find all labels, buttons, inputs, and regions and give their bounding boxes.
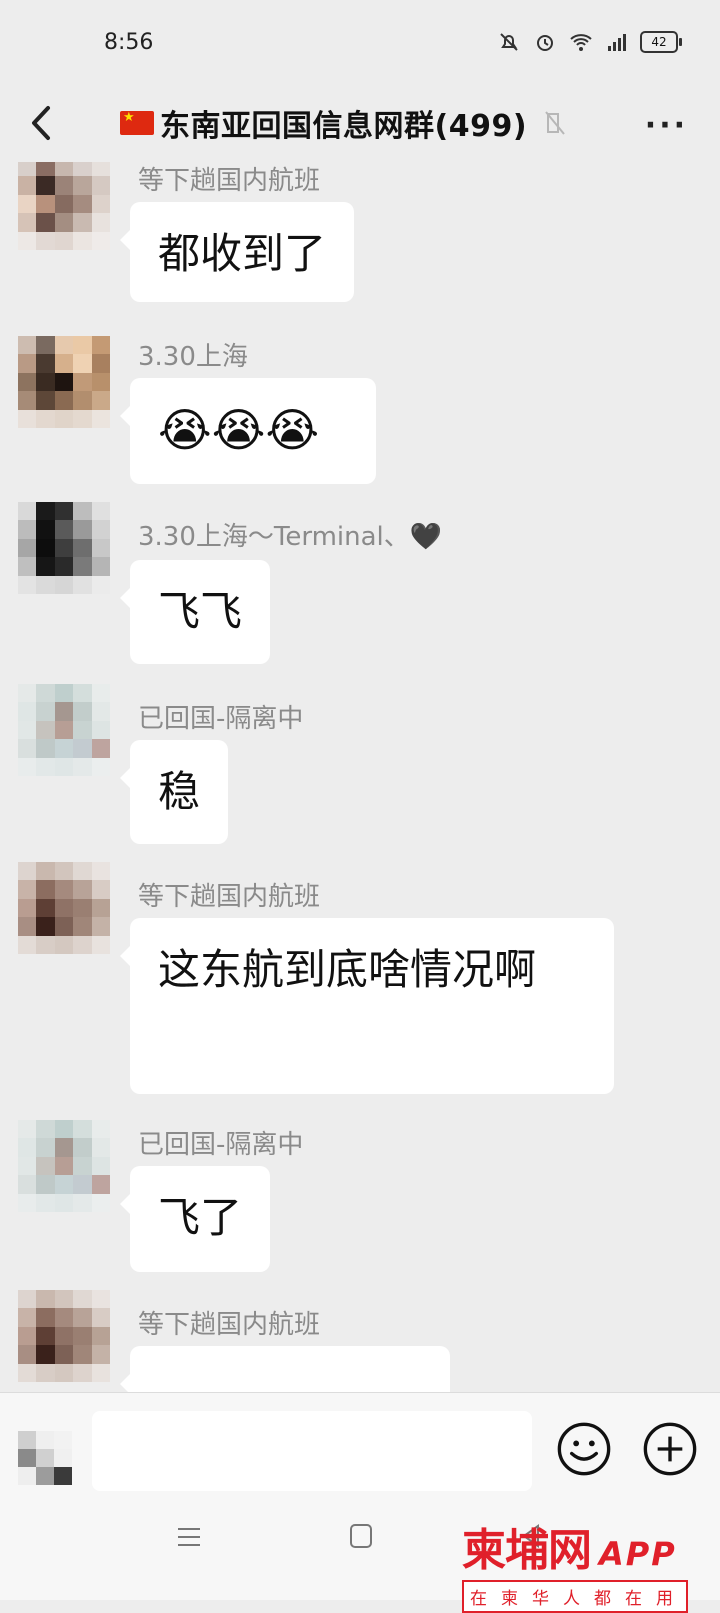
- input-bar: [0, 1392, 720, 1493]
- avatar[interactable]: [18, 502, 110, 594]
- message-bubble[interactable]: 😭😭😭: [120, 378, 376, 484]
- sender-name: 3.30上海: [138, 342, 248, 372]
- sender-name: 已回国-隔离中: [138, 1130, 304, 1160]
- chat-message-list[interactable]: 等下趟国内航班 都收到了 3.30上海 😭😭😭 3.30上海～Terminal、…: [0, 162, 720, 1392]
- sender-name: 3.30上海～Terminal、🖤: [138, 522, 443, 552]
- avatar[interactable]: [18, 336, 110, 428]
- avatar[interactable]: [18, 1120, 110, 1212]
- message-bubble[interactable]: 这东航到底啥情况啊: [120, 918, 614, 1094]
- watermark-slogan: 在柬华人都在用: [462, 1580, 688, 1613]
- watermark-app: APP: [599, 1535, 677, 1573]
- avatar[interactable]: [18, 162, 110, 250]
- sender-name: 等下趟国内航班: [138, 882, 321, 912]
- message-bubble[interactable]: 都收到了: [119, 202, 355, 302]
- sender-name: 等下趟国内航班: [138, 1310, 321, 1340]
- back-arrow-icon[interactable]: [20, 98, 64, 148]
- watermark-logo: 柬埔网 APP 在柬华人都在用: [462, 1514, 716, 1613]
- more-options-button[interactable]: ···: [645, 108, 688, 143]
- status-time: 8:56: [104, 30, 154, 55]
- sender-name: 已回国-隔离中: [138, 704, 304, 734]
- watermark-brand: 柬埔网: [462, 1525, 592, 1576]
- chat-title: 东南亚回国信息网群(499): [160, 109, 528, 144]
- emoji-icon[interactable]: [556, 1421, 612, 1477]
- message-input[interactable]: [92, 1411, 532, 1491]
- home-icon[interactable]: [350, 1524, 372, 1548]
- status-bar: 8:56 42: [0, 0, 720, 88]
- china-flag-icon: [120, 110, 154, 135]
- recent-apps-icon[interactable]: [176, 1526, 202, 1548]
- message-bubble[interactable]: 飞了: [119, 1166, 271, 1272]
- status-icons: 42: [496, 30, 682, 54]
- chat-header: 东南亚回国信息网群(499) ···: [0, 88, 720, 162]
- wifi-icon: [570, 34, 592, 51]
- plus-icon[interactable]: [642, 1421, 698, 1477]
- sender-name: 等下趟国内航班: [138, 166, 321, 196]
- alarm-icon: [537, 35, 553, 51]
- avatar[interactable]: [18, 1290, 110, 1382]
- voice-toggle-icon[interactable]: [18, 1431, 72, 1485]
- message-bubble[interactable]: [120, 1346, 450, 1392]
- message-bubble[interactable]: 飞飞: [119, 560, 271, 664]
- message-bubble[interactable]: 稳: [119, 740, 229, 844]
- mute-bell-icon: [500, 33, 518, 51]
- avatar[interactable]: [18, 684, 110, 776]
- battery-icon: 42: [640, 31, 682, 53]
- avatar[interactable]: [18, 862, 110, 954]
- mute-icon: [545, 111, 565, 135]
- chat-title-group[interactable]: 东南亚回国信息网群(499): [120, 98, 565, 148]
- signal-icon: [608, 34, 626, 51]
